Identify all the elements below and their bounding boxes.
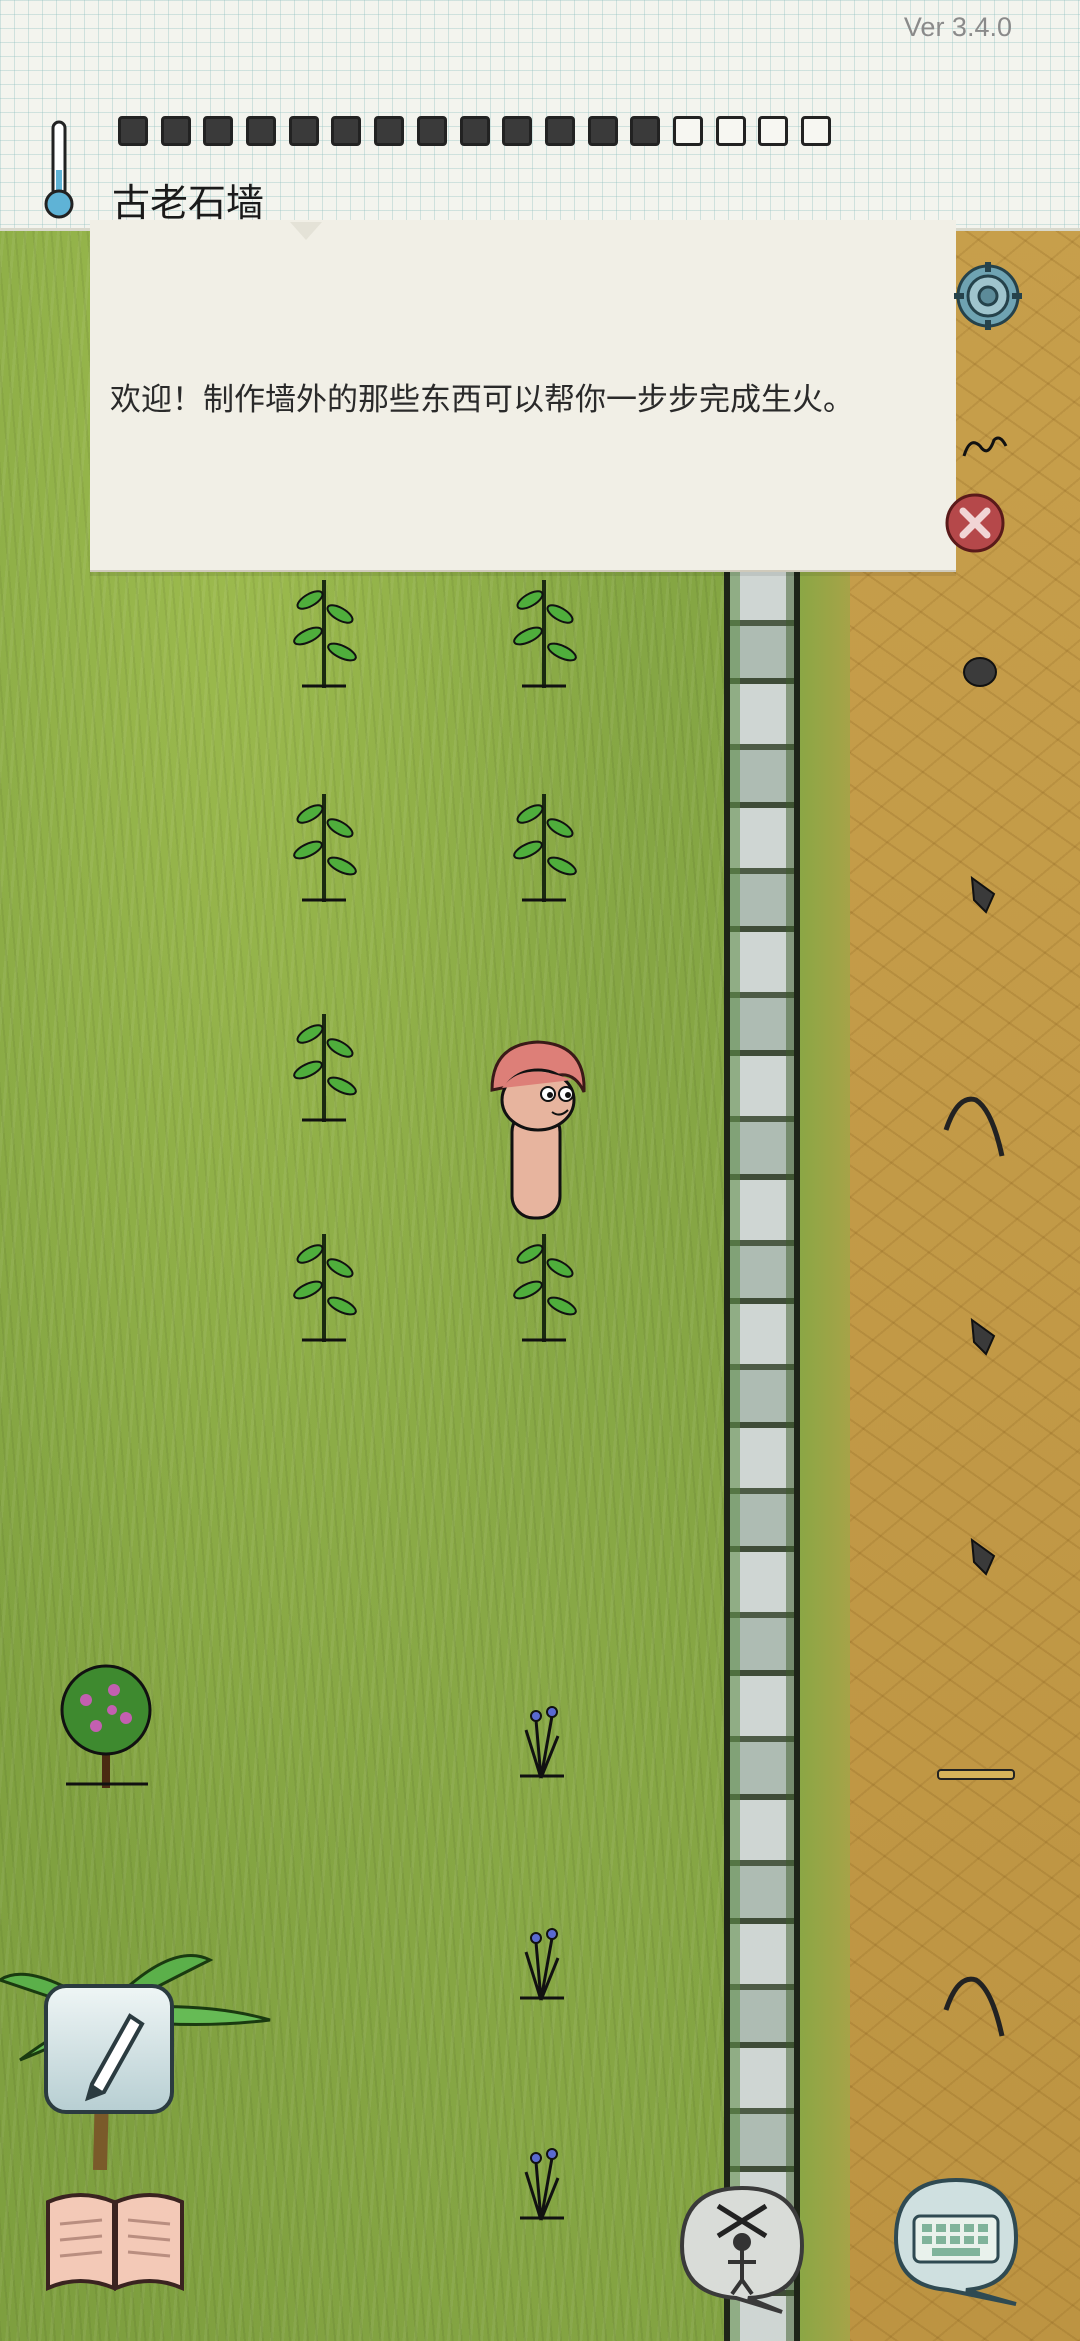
food-pip-filled [630,116,661,146]
food-pip-filled [118,116,148,146]
hint-message-text: 欢迎！制作墙外的那些东西可以帮你一步步完成生火。 [110,382,854,418]
wild-flower[interactable] [506,1902,576,2002]
food-pip-filled [246,116,277,146]
gooseberry-bush[interactable] [56,1660,156,1790]
long-shaft-item[interactable] [934,1762,1018,1788]
pencil-icon [84,2013,145,2102]
top-hud: Ver 3.4.0 古老石墙 [0,0,1080,231]
wild-flower[interactable] [506,2122,576,2222]
food-pip-filled [288,116,319,146]
close-icon[interactable] [944,492,1006,554]
food-pip-filled [544,116,575,146]
curved-branch-item[interactable] [940,1970,1010,2040]
wild-flower[interactable] [506,1680,576,1780]
hint-message-panel: 欢迎！制作墙外的那些东西可以帮你一步步完成生火。 [90,220,956,572]
gear-icon[interactable] [952,260,1024,332]
food-meter [118,116,831,154]
food-pip-filled [459,116,490,146]
food-pip-filled [331,116,362,146]
food-pip-filled [374,116,405,146]
milkweed-plant[interactable] [284,784,364,904]
round-stone-item[interactable] [958,650,1002,690]
food-pip-empty [715,116,746,146]
player-character[interactable] [482,1030,596,1230]
food-pip-empty [801,116,831,146]
food-pip-filled [416,116,447,146]
sharp-stone-item[interactable] [964,1314,1004,1358]
milkweed-plant[interactable] [284,570,364,690]
food-pip-filled [160,116,191,146]
milkweed-plant[interactable] [504,1224,584,1344]
food-pip-filled [587,116,618,146]
curved-branch-item[interactable] [940,1090,1010,1160]
book-icon[interactable] [40,2184,190,2294]
rope-item[interactable] [960,432,1010,462]
milkweed-plant[interactable] [284,1004,364,1124]
food-pip-empty [672,116,703,146]
sharp-stone-item[interactable] [964,1534,1004,1578]
milkweed-plant[interactable] [284,1224,364,1344]
food-pip-filled [502,116,533,146]
write-note-button[interactable] [44,1984,174,2114]
note-notch [290,222,322,240]
ancient-stone-wall[interactable] [724,560,800,2341]
food-pip-filled [203,116,234,146]
sharp-stone-item[interactable] [964,872,1004,916]
milkweed-plant[interactable] [504,784,584,904]
food-pip-empty [758,116,789,146]
version-label: Ver 3.4.0 [903,12,1012,42]
puppet-icon[interactable] [662,2176,822,2316]
keyboard-icon[interactable] [876,2168,1036,2308]
thermometer-icon [44,120,74,219]
milkweed-plant[interactable] [504,570,584,690]
location-title: 古老石墙 [112,181,265,225]
